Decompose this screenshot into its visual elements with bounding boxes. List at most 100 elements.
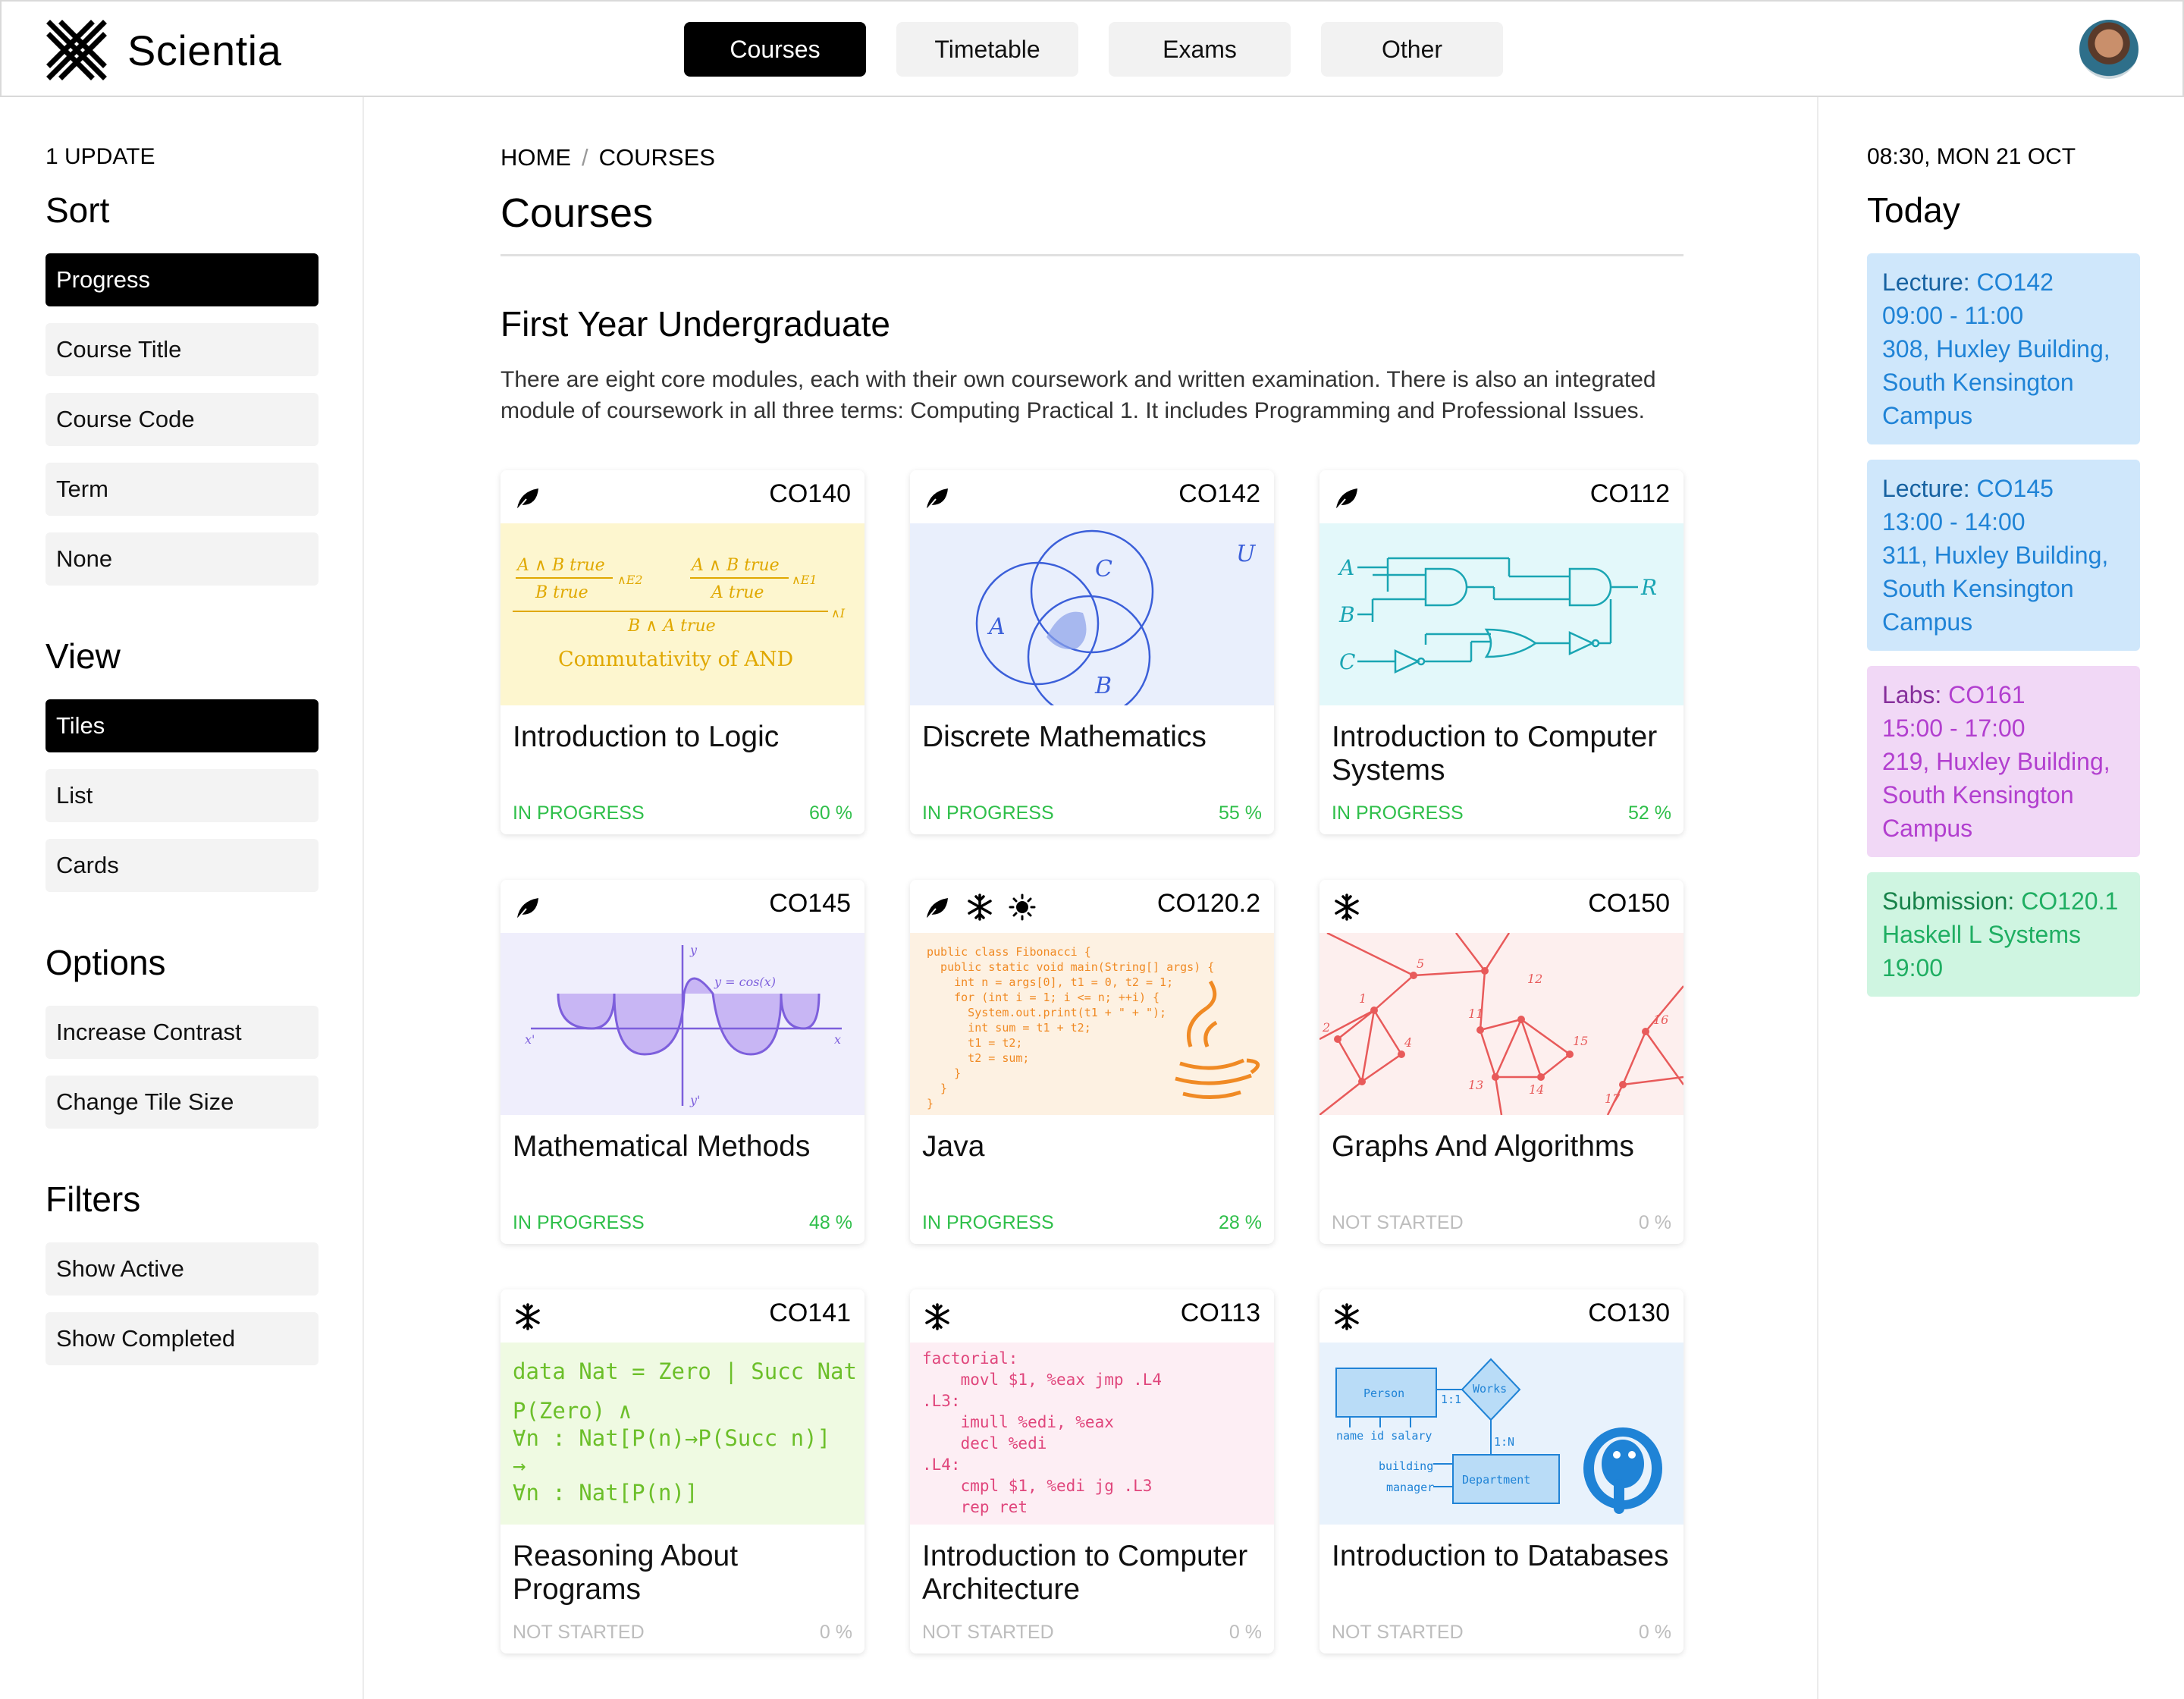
today-heading: Today bbox=[1867, 190, 1960, 230]
course-progress: 0 % bbox=[819, 1622, 852, 1643]
course-code: CO130 bbox=[1588, 1299, 1670, 1327]
tile-header: CO113 bbox=[910, 1289, 1274, 1343]
venn-illustration: A B C U bbox=[975, 529, 1257, 705]
event-title: Labs: CO161 bbox=[1882, 678, 2125, 711]
event-type: Lecture: bbox=[1882, 475, 1970, 502]
course-image: data Nat = Zero | Succ Nat P(Zero) ∧ ∀n … bbox=[500, 1343, 864, 1525]
tile-header: CO141 bbox=[500, 1289, 864, 1343]
sort-term-button[interactable]: Term bbox=[46, 463, 318, 516]
cosine-axis-label: x bbox=[834, 1032, 841, 1047]
course-tile[interactable]: CO113 factorial: movl $1, %eax jmp .L4 .L… bbox=[910, 1289, 1274, 1653]
venn-label: U bbox=[1236, 541, 1257, 567]
course-status: NOT STARTED bbox=[1332, 1622, 1464, 1643]
course-tile[interactable]: CO145 y = cos(x) x x' y y' Mathematical … bbox=[500, 880, 864, 1244]
graph-node-label: 1 bbox=[1359, 991, 1367, 1006]
term-icons bbox=[514, 484, 541, 515]
course-title: Introduction to Computer Systems bbox=[1332, 721, 1658, 787]
current-datetime: 08:30, MON 21 OCT bbox=[1867, 144, 2076, 169]
course-code: CO120.2 bbox=[1156, 889, 1260, 918]
course-tile[interactable]: CO141 data Nat = Zero | Succ Nat P(Zero)… bbox=[500, 1289, 864, 1653]
course-image: public class Fibonacci { public static v… bbox=[910, 933, 1274, 1115]
breadcrumb-separator: / bbox=[582, 144, 588, 171]
circuit-label: A bbox=[1337, 555, 1354, 580]
breadcrumb-courses[interactable]: COURSES bbox=[599, 144, 715, 171]
course-status: NOT STARTED bbox=[922, 1622, 1054, 1643]
cosine-label: y = cos(x) bbox=[714, 975, 776, 989]
sort-progress-button[interactable]: Progress bbox=[46, 253, 318, 306]
term-icons bbox=[1333, 1303, 1360, 1334]
title-divider bbox=[500, 254, 1684, 256]
course-image: A B C U bbox=[910, 523, 1274, 705]
sort-course-title-button[interactable]: Course Title bbox=[46, 323, 318, 376]
view-list-button[interactable]: List bbox=[46, 769, 318, 822]
tab-timetable[interactable]: Timetable bbox=[896, 22, 1078, 77]
cosine-axis-label: x' bbox=[525, 1032, 535, 1047]
course-progress: 0 % bbox=[1228, 1622, 1262, 1643]
term-icons bbox=[924, 1303, 951, 1334]
tile-header: CO145 bbox=[500, 880, 864, 933]
term-icons bbox=[514, 893, 541, 925]
course-progress: 0 % bbox=[1638, 1212, 1671, 1233]
breadcrumb-home[interactable]: HOME bbox=[500, 144, 571, 171]
venn-label: C bbox=[1095, 556, 1112, 583]
leaf-icon bbox=[924, 893, 951, 925]
snowflake-icon bbox=[1333, 1303, 1360, 1334]
view-tiles-button[interactable]: Tiles bbox=[46, 699, 318, 752]
sort-course-code-button[interactable]: Course Code bbox=[46, 393, 318, 446]
er-relation: Works bbox=[1473, 1382, 1507, 1396]
page-title: Courses bbox=[500, 190, 654, 236]
event-code: CO161 bbox=[1948, 681, 2026, 708]
increase-contrast-button[interactable]: Increase Contrast bbox=[46, 1006, 318, 1059]
timetable-event[interactable]: Lecture: CO145 13:00 - 14:00 311, Huxley … bbox=[1867, 460, 2140, 651]
course-progress: 55 % bbox=[1219, 802, 1262, 824]
sort-none-button[interactable]: None bbox=[46, 532, 318, 586]
tab-exams[interactable]: Exams bbox=[1109, 22, 1291, 77]
logic-text: B ∧ A true bbox=[627, 617, 716, 636]
java-illustration: public class Fibonacci { public static v… bbox=[927, 945, 1260, 1110]
course-tile[interactable]: CO112 A B C R Introduction to Computer S… bbox=[1320, 470, 1684, 834]
graph-node-label: 13 bbox=[1468, 1078, 1483, 1092]
course-image: factorial: movl $1, %eax jmp .L4 .L3: imu… bbox=[910, 1343, 1274, 1525]
haskell-illustration: data Nat = Zero | Succ Nat P(Zero) ∧ ∀n … bbox=[513, 1358, 857, 1506]
show-completed-button[interactable]: Show Completed bbox=[46, 1312, 318, 1365]
leaf-icon bbox=[514, 893, 541, 925]
scientia-logo-icon bbox=[46, 20, 107, 80]
course-tile[interactable]: CO150 2 1 4 5 11 12 13 14 15 16 17 Graph… bbox=[1320, 880, 1684, 1244]
event-location: 311, Huxley Building, bbox=[1882, 542, 2109, 569]
database-elephant-icon bbox=[1583, 1427, 1662, 1514]
java-code-line: public class Fibonacci { bbox=[927, 945, 1091, 959]
right-sidebar: 08:30, MON 21 OCT Today Lecture: CO142 0… bbox=[1817, 97, 2184, 1699]
course-status: IN PROGRESS bbox=[513, 1212, 645, 1233]
timetable-event[interactable]: Lecture: CO142 09:00 - 11:00 308, Huxley … bbox=[1867, 253, 2140, 444]
breadcrumb: HOME / COURSES bbox=[500, 144, 715, 171]
graph-node-label: 12 bbox=[1527, 972, 1542, 986]
change-tile-size-button[interactable]: Change Tile Size bbox=[46, 1076, 318, 1129]
course-tile[interactable]: CO130 Person Works Department 1:1 1:N na… bbox=[1320, 1289, 1684, 1653]
timetable-event[interactable]: Submission: CO120.1 Haskell L Systems 19:… bbox=[1867, 872, 2140, 997]
er-cardinality: 1:1 bbox=[1441, 1393, 1461, 1406]
course-status: IN PROGRESS bbox=[1332, 802, 1464, 824]
course-tile[interactable]: CO142 A B C U Discrete Mathematics IN PR… bbox=[910, 470, 1274, 834]
show-active-button[interactable]: Show Active bbox=[46, 1242, 318, 1295]
asm-code-line: rep ret bbox=[922, 1498, 1028, 1516]
timetable-event[interactable]: Labs: CO161 15:00 - 17:00 219, Huxley Bui… bbox=[1867, 666, 2140, 857]
app-logo[interactable]: Scientia bbox=[46, 18, 281, 82]
user-avatar[interactable] bbox=[2079, 20, 2138, 79]
course-code: CO113 bbox=[1180, 1299, 1260, 1327]
cosine-axis-label: y bbox=[689, 943, 698, 957]
event-type: Lecture: bbox=[1882, 269, 1970, 296]
haskell-line: → bbox=[513, 1452, 526, 1478]
course-code: CO145 bbox=[769, 889, 851, 918]
event-time: 15:00 - 17:00 bbox=[1882, 714, 2026, 742]
top-bar: Scientia Courses Timetable Exams Other bbox=[0, 0, 2184, 97]
term-icons bbox=[1333, 893, 1360, 925]
graph-illustration: 2 1 4 5 11 12 13 14 15 16 17 bbox=[1320, 933, 1684, 1115]
event-title: Lecture: CO142 bbox=[1882, 265, 2125, 299]
tab-courses[interactable]: Courses bbox=[684, 22, 866, 77]
tab-other[interactable]: Other bbox=[1321, 22, 1503, 77]
course-tile[interactable]: CO120.2 public class Fibonacci { public … bbox=[910, 880, 1274, 1244]
view-cards-button[interactable]: Cards bbox=[46, 839, 318, 892]
updates-count[interactable]: 1 UPDATE bbox=[46, 144, 155, 170]
circuit-illustration: A B C R bbox=[1337, 555, 1657, 674]
course-tile[interactable]: CO140 A ∧ B true B true ∧E2 A ∧ B true A… bbox=[500, 470, 864, 834]
